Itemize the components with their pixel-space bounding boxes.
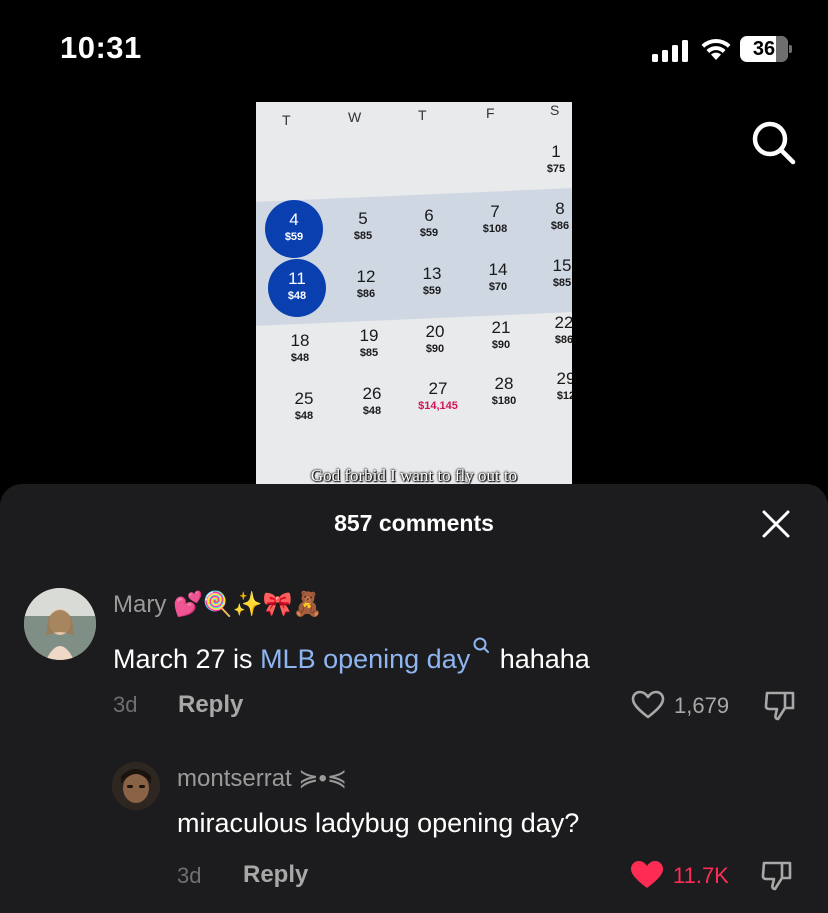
comment-username[interactable]: montserrat ≽•≼ [177, 764, 347, 793]
calendar-day: 21 $90 [491, 318, 511, 351]
search-suggestion-link[interactable]: MLB opening day [260, 637, 492, 674]
comments-count-title: 857 comments [334, 510, 494, 536]
calendar-day: 12 $86 [356, 267, 376, 300]
video-player[interactable]: T W T F S 1 $75 4 $59 5 $85 6 $59 7 $108 8 $86… [256, 102, 572, 484]
calendar-day: 22 $86 [554, 313, 572, 346]
calendar-day: 14 $70 [488, 260, 508, 293]
weekday-header: T [418, 107, 427, 123]
calendar-day: 25 $48 [294, 389, 314, 422]
wifi-icon [701, 38, 731, 60]
calendar-day: 13 $59 [422, 264, 442, 297]
comment-text-segment: March 27 is [113, 644, 261, 674]
avatar[interactable] [112, 762, 160, 810]
battery-level: 36 [752, 38, 776, 60]
weekday-header: T [282, 112, 291, 128]
comments-sheet: 857 comments Mary 💕🍭✨🎀🧸 March 27 is MLB … [0, 484, 828, 913]
comment-text: March 27 is MLB opening day hahaha [113, 636, 590, 675]
calendar-day: 19 $85 [359, 326, 379, 359]
calendar-day: 6 $59 [419, 206, 439, 239]
search-icon[interactable] [749, 118, 797, 166]
battery-indicator: 36 [740, 36, 792, 62]
search-suggestion-label: MLB opening day [260, 644, 471, 674]
thumbs-down-icon[interactable] [763, 688, 797, 722]
close-icon[interactable] [762, 510, 790, 538]
avatar-photo [112, 762, 160, 810]
weekday-header: W [348, 109, 362, 125]
calendar-day: 26 $48 [362, 384, 382, 417]
calendar-day: 28 $180 [491, 374, 517, 407]
comment-username[interactable]: Mary 💕🍭✨🎀🧸 [113, 590, 322, 619]
calendar-day: 8 $86 [550, 199, 570, 232]
reply-button[interactable]: Reply [178, 691, 243, 719]
weekday-header: S [550, 102, 560, 118]
calendar-day-selected: 11 $48 [268, 259, 326, 317]
calendar-day-highlight: 27 $14,145 [418, 379, 458, 412]
comment-timestamp: 3d [177, 863, 202, 888]
heart-outline-icon[interactable] [631, 690, 665, 720]
calendar-day: 5 $85 [353, 209, 373, 242]
thumbs-down-icon[interactable] [760, 858, 794, 892]
status-time: 10:31 [60, 30, 142, 65]
comment-timestamp: 3d [113, 692, 138, 717]
reply-button[interactable]: Reply [243, 861, 308, 889]
search-icon [473, 637, 490, 653]
video-caption: God forbid I want to fly out to [310, 466, 518, 484]
cellular-signal-icon [652, 40, 688, 62]
avatar-photo [24, 588, 96, 660]
avatar[interactable] [24, 588, 96, 660]
weekday-header: F [486, 105, 495, 121]
calendar-day-selected: 4 $59 [265, 200, 323, 258]
like-count: 11.7K [673, 863, 729, 888]
calendar-day: 18 $48 [290, 331, 310, 364]
calendar-day: 29$12 [556, 369, 572, 402]
comment-text-segment: hahaha [492, 644, 590, 674]
like-count: 1,679 [674, 693, 730, 718]
calendar-day: 15 $85 [552, 256, 572, 289]
calendar-day: 20 $90 [425, 322, 445, 355]
heart-filled-icon[interactable] [630, 860, 664, 890]
calendar-day: 7 $108 [482, 202, 508, 235]
comment-text: miraculous ladybug opening day? [177, 808, 580, 838]
calendar-day: 1 $75 [546, 142, 566, 175]
